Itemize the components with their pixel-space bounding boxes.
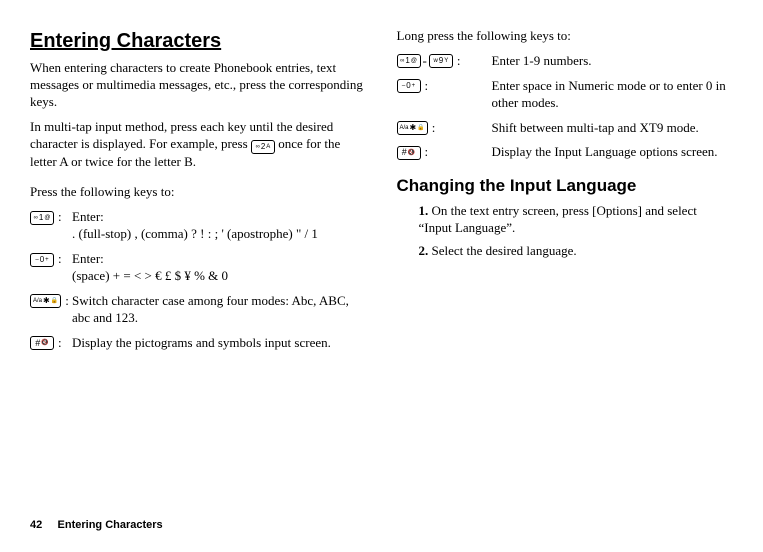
long-row-2: –0+ : Enter space in Numeric mode or to … bbox=[397, 78, 734, 112]
row2-label: Enter: bbox=[72, 251, 367, 268]
key-star-icon: A/a✱🔒 bbox=[397, 121, 428, 135]
press-row-4: #🔇 : Display the pictograms and symbols … bbox=[30, 335, 367, 352]
long-row3-label: Shift between multi-tap and XT9 mode. bbox=[492, 120, 734, 137]
intro-paragraph-2: In multi-tap input method, press each ke… bbox=[30, 119, 367, 171]
heading-entering-characters: Entering Characters bbox=[30, 28, 367, 54]
row4-label: Display the pictograms and symbols input… bbox=[72, 335, 367, 352]
row1-detail: . (full-stop) , (comma) ? ! : ; ' (apost… bbox=[72, 226, 367, 243]
range-dash: - bbox=[423, 53, 427, 70]
long-row-3: A/a✱🔒 : Shift between multi-tap and XT9 … bbox=[397, 120, 734, 137]
press-intro: Press the following keys to: bbox=[30, 184, 367, 201]
press-row-3: A/a✱🔒 : Switch character case among four… bbox=[30, 293, 367, 327]
colon: : bbox=[425, 78, 429, 95]
steps-list: 1. On the text entry screen, press [Opti… bbox=[397, 203, 734, 260]
row3-label: Switch character case among four modes: … bbox=[72, 293, 367, 327]
colon: : bbox=[58, 335, 62, 352]
long-press-intro: Long press the following keys to: bbox=[397, 28, 734, 45]
colon: : bbox=[425, 144, 429, 161]
heading-changing-input-language: Changing the Input Language bbox=[397, 175, 734, 197]
key-9-icon: w9Y bbox=[429, 54, 453, 68]
footer-title: Entering Characters bbox=[58, 519, 163, 531]
intro-paragraph-1: When entering characters to create Phone… bbox=[30, 60, 367, 111]
key-hash-icon: #🔇 bbox=[30, 336, 54, 350]
row1-label: Enter: bbox=[72, 209, 367, 226]
colon: : bbox=[65, 293, 69, 310]
page-number: 42 bbox=[30, 519, 42, 531]
key-1-icon: ∞1@ bbox=[397, 54, 421, 68]
long-row4-label: Display the Input Language options scree… bbox=[492, 144, 734, 161]
step-1: 1. On the text entry screen, press [Opti… bbox=[415, 203, 734, 237]
page-footer: 42 Entering Characters bbox=[30, 518, 163, 532]
key-hash-icon: #🔇 bbox=[397, 146, 421, 160]
row2-detail: (space) + = < > € £ $ ¥ % & 0 bbox=[72, 268, 367, 285]
long-row-1: ∞1@ - w9Y : Enter 1-9 numbers. bbox=[397, 53, 734, 70]
key-star-icon: A/a✱🔒 bbox=[30, 294, 61, 308]
step-2: 2. Select the desired language. bbox=[415, 243, 734, 260]
key-1-icon: ∞1@ bbox=[30, 211, 54, 225]
press-row-1: ∞1@ : Enter: . (full-stop) , (comma) ? !… bbox=[30, 209, 367, 243]
long-row2-label: Enter space in Numeric mode or to enter … bbox=[492, 78, 734, 112]
colon: : bbox=[58, 251, 62, 268]
colon: : bbox=[457, 53, 461, 70]
press-row-2: –0+ : Enter: (space) + = < > € £ $ ¥ % &… bbox=[30, 251, 367, 285]
colon: : bbox=[58, 209, 62, 226]
long-row-4: #🔇 : Display the Input Language options … bbox=[397, 144, 734, 161]
key-0-icon: –0+ bbox=[397, 79, 421, 93]
key-2-icon: ∞2A bbox=[251, 140, 275, 154]
colon: : bbox=[432, 120, 436, 137]
key-0-icon: –0+ bbox=[30, 253, 54, 267]
long-row1-label: Enter 1-9 numbers. bbox=[492, 53, 734, 70]
